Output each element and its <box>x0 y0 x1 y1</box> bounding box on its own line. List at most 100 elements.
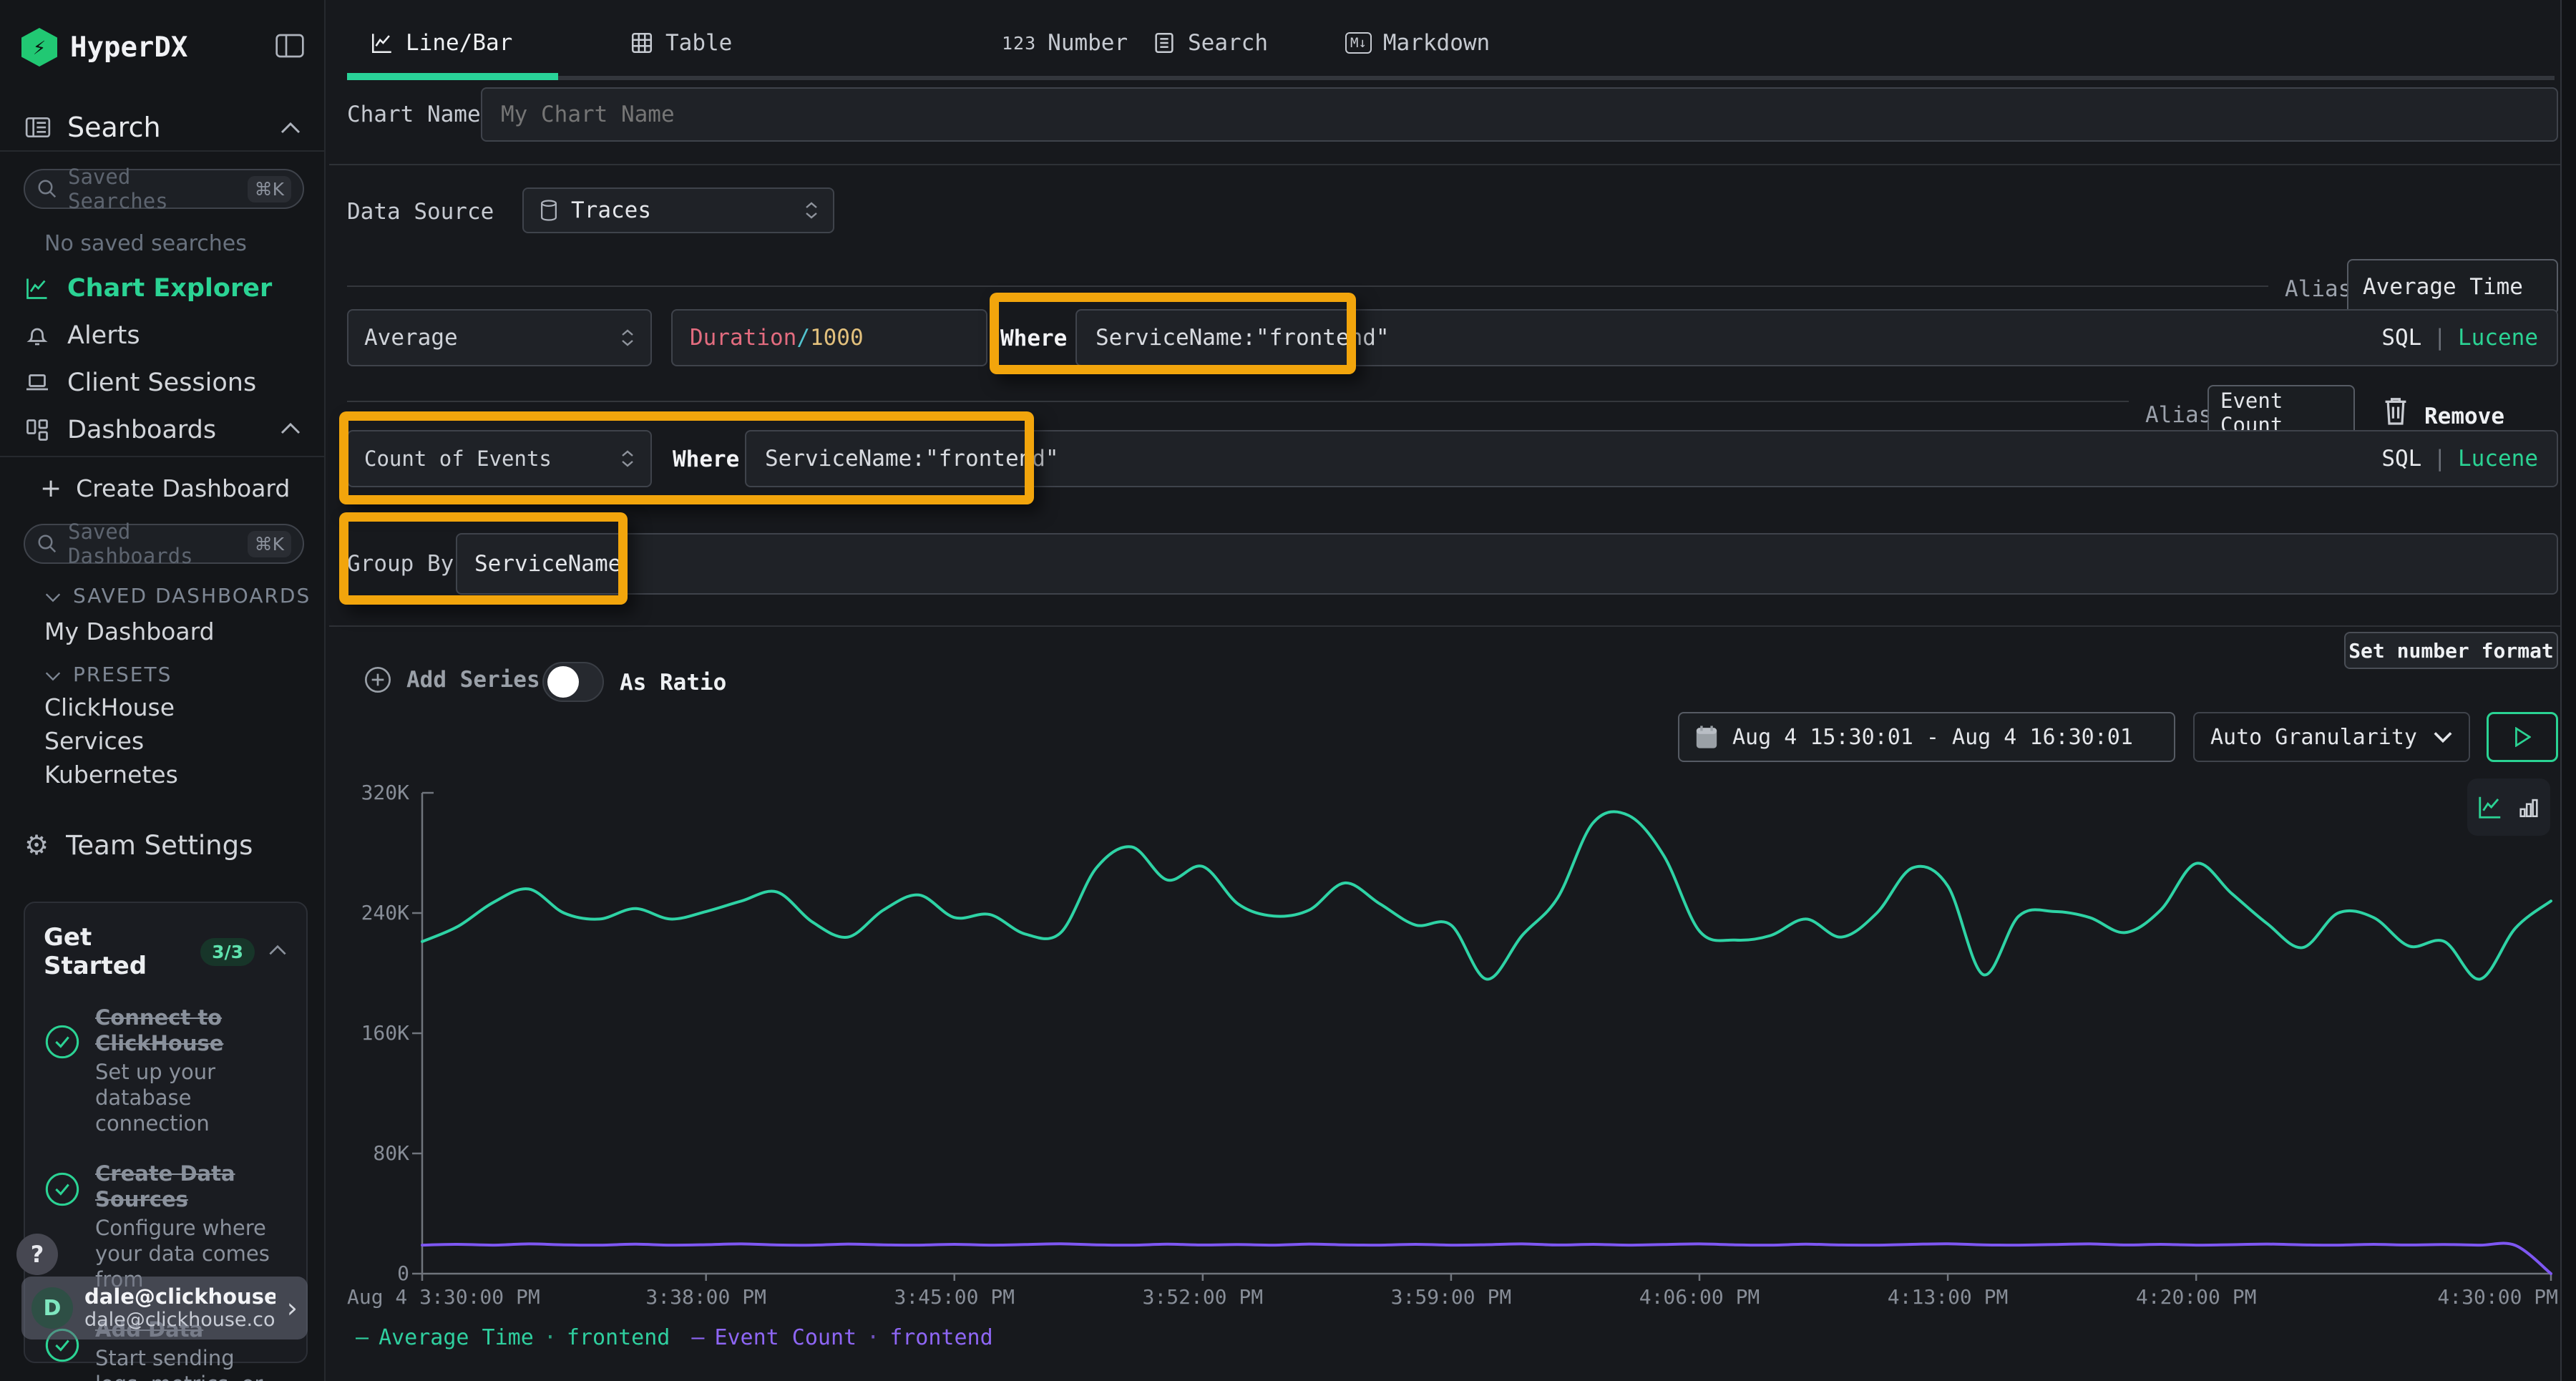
sidebar-item-alerts[interactable]: Alerts <box>0 315 326 356</box>
avatar: D <box>31 1287 73 1329</box>
bell-icon <box>24 323 50 348</box>
divider <box>0 456 326 457</box>
add-series-button[interactable]: Add Series <box>364 665 540 694</box>
sidebar-section-search[interactable]: Search <box>0 106 326 149</box>
tab-active-indicator <box>347 73 558 80</box>
scrollbar-gutter[interactable] <box>2560 0 2576 1381</box>
sidebar-item-my-dashboard[interactable]: My Dashboard <box>0 615 326 647</box>
laptop-icon <box>24 370 50 396</box>
chart-name-label: Chart Name <box>347 102 481 127</box>
trash-icon[interactable] <box>2383 395 2409 426</box>
play-icon <box>2514 727 2531 747</box>
sql-mode-button[interactable]: SQL <box>2381 325 2421 351</box>
tab-track <box>347 76 2555 80</box>
x-axis-label: 4:30:00 PM <box>2437 1285 2558 1309</box>
calendar-icon <box>1695 725 1718 749</box>
formula-input-series1[interactable]: Duration/1000 <box>671 309 987 366</box>
time-series-chart[interactable]: 320K 240K 160K 80K 0 Aug 4 3:30:00 PM 3:38:00… <box>329 773 2576 1381</box>
x-axis-label: 3:38:00 PM <box>645 1285 766 1309</box>
hyperdx-logo-icon: ⚡ <box>21 28 57 67</box>
check-circle-icon <box>44 1171 81 1208</box>
tab-line-bar[interactable]: Line/Bar <box>370 21 512 64</box>
legend-item-event-count[interactable]: —Event Count ·frontend <box>691 1325 992 1350</box>
tab-markdown[interactable]: M↓ Markdown <box>1345 21 1490 64</box>
x-axis-label: Aug 4 3:30:00 PM <box>347 1285 540 1309</box>
cmdk-shortcut: ⌘K <box>248 531 291 557</box>
tab-number[interactable]: 123 Number <box>1002 21 1128 64</box>
chevron-up-icon[interactable] <box>268 945 288 959</box>
group-by-input[interactable]: ServiceName <box>456 533 2558 595</box>
help-button[interactable]: ? <box>16 1234 58 1275</box>
group-by-label: Group By <box>347 551 454 577</box>
saved-searches-input[interactable]: Saved Searches ⌘K <box>24 169 304 209</box>
y-axis-label: 80K <box>329 1141 409 1166</box>
granularity-select[interactable]: Auto Granularity <box>2193 712 2470 762</box>
lucene-mode-button[interactable]: Lucene <box>2458 446 2538 472</box>
y-axis-label: 160K <box>329 1021 409 1045</box>
legend-item-average-time[interactable]: —Average Time ·frontend <box>356 1325 670 1350</box>
tab-search[interactable]: Search <box>1152 21 1268 64</box>
y-axis-label: 240K <box>329 901 409 925</box>
x-axis-label: 4:20:00 PM <box>2136 1285 2257 1309</box>
where-input-series2[interactable]: ServiceName:"frontend" SQL | Lucene <box>745 430 2558 487</box>
date-range-picker[interactable]: Aug 4 15:30:01 - Aug 4 16:30:01 <box>1678 712 2175 762</box>
x-axis-label: 4:13:00 PM <box>1888 1285 2009 1309</box>
sql-mode-button[interactable]: SQL <box>2381 446 2421 472</box>
line-chart-icon <box>370 31 394 55</box>
sidebar: ⚡ HyperDX Search Saved Sea <box>0 0 326 1381</box>
as-ratio-toggle[interactable] <box>542 662 604 702</box>
chevron-right-icon: › <box>287 1292 298 1324</box>
select-carets-icon <box>620 328 635 347</box>
sidebar-item-chart-explorer[interactable]: Chart Explorer <box>0 268 326 309</box>
check-circle-icon <box>44 1023 81 1060</box>
dashboard-grid-icon <box>24 417 50 443</box>
sidebar-item-team-settings[interactable]: ⚙ Team Settings <box>0 824 326 866</box>
chart-legend: —Average Time ·frontend —Event Count ·fr… <box>356 1325 993 1350</box>
sidebar-item-clickhouse[interactable]: ClickHouse <box>0 691 326 723</box>
add-circle-icon <box>364 665 392 694</box>
aggregation-select-series2[interactable]: Count of Events <box>347 430 652 487</box>
document-list-icon <box>1152 31 1176 55</box>
tab-table[interactable]: Table <box>630 21 732 64</box>
line-chart-icon <box>24 275 50 301</box>
saved-dashboards-input[interactable]: Saved Dashboards ⌘K <box>24 524 304 564</box>
sidebar-item-client-sessions[interactable]: Client Sessions <box>0 362 326 404</box>
aggregation-select-series1[interactable]: Average <box>347 309 652 366</box>
plus-icon: + <box>40 474 62 503</box>
y-axis-label: 0 <box>329 1262 409 1286</box>
where-label-series1: Where <box>1000 326 1067 351</box>
chart-name-input[interactable] <box>481 87 2558 142</box>
run-query-button[interactable] <box>2487 712 2558 762</box>
series-divider <box>347 286 2268 287</box>
no-saved-searches: No saved searches <box>0 229 326 258</box>
user-email: dale@clickhouse.com <box>84 1285 275 1309</box>
where-input-series1[interactable]: ServiceName:"frontend" SQL | Lucene <box>1075 309 2558 366</box>
chart-canvas <box>329 773 2576 1281</box>
get-started-item[interactable]: Create Data Sources Configure where your… <box>44 1161 288 1292</box>
create-dashboard-button[interactable]: + Create Dashboard <box>0 468 326 508</box>
toggle-knob <box>547 666 579 698</box>
group-saved-dashboards[interactable]: SAVED DASHBOARDS <box>0 581 326 610</box>
sidebar-item-kubernetes[interactable]: Kubernetes <box>0 758 326 790</box>
alias-input-average-time[interactable]: Average Time <box>2347 259 2558 315</box>
user-account-chip[interactable]: D dale@clickhouse.com dale@clickhouse.co… <box>21 1277 308 1339</box>
sidebar-item-dashboards[interactable]: Dashboards <box>0 409 326 451</box>
data-source-select[interactable]: Traces <box>522 187 834 233</box>
x-axis-label: 3:52:00 PM <box>1143 1285 1264 1309</box>
sidebar-item-services[interactable]: Services <box>0 725 326 756</box>
set-number-format-button[interactable]: Set number format <box>2344 632 2558 669</box>
group-presets[interactable]: PRESETS <box>0 660 326 688</box>
sidebar-collapse-icon[interactable] <box>275 34 304 61</box>
get-started-item[interactable]: Connect to ClickHouse Set up your databa… <box>44 1005 288 1136</box>
x-axis-label: 3:45:00 PM <box>894 1285 1015 1309</box>
search-icon <box>36 178 58 200</box>
search-icon <box>36 533 58 555</box>
alias-label: Alias <box>2145 402 2212 428</box>
chevron-up-icon <box>280 115 301 140</box>
y-axis-label: 320K <box>329 781 409 805</box>
gear-icon: ⚙ <box>24 829 49 861</box>
x-axis-label: 3:59:00 PM <box>1391 1285 1512 1309</box>
lucene-mode-button[interactable]: Lucene <box>2458 325 2538 351</box>
chevron-down-icon <box>2433 731 2453 743</box>
data-source-label: Data Source <box>347 199 494 225</box>
